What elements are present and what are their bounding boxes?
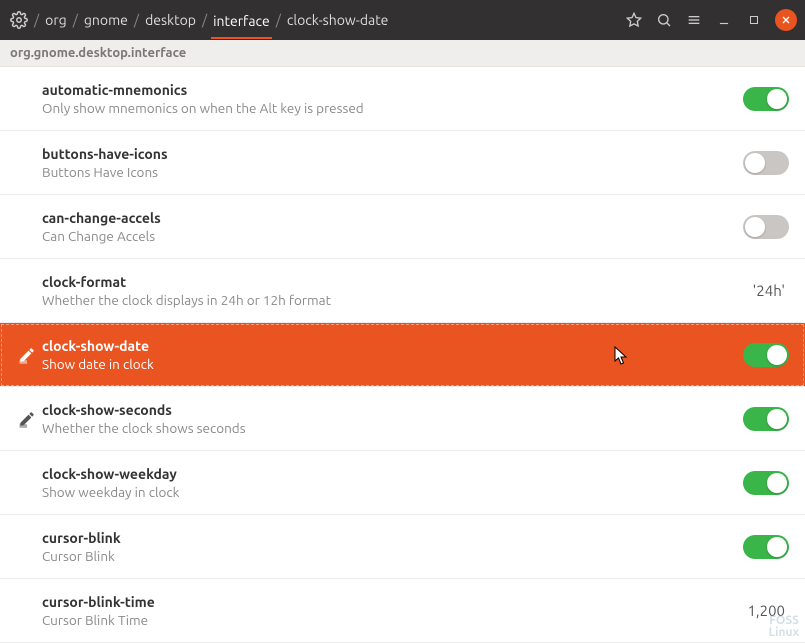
toggle-knob — [767, 537, 787, 557]
setting-text: can-change-accels Can Change Accels — [42, 210, 743, 244]
setting-key: clock-format — [42, 274, 753, 290]
setting-text: clock-show-date Show date in clock — [42, 338, 743, 372]
breadcrumb-item[interactable]: desktop — [143, 10, 198, 30]
toggle-switch[interactable] — [743, 215, 789, 239]
setting-text: cursor-blink-time Cursor Blink Time — [42, 594, 747, 628]
setting-description: Only show mnemonics on when the Alt key … — [42, 100, 743, 116]
setting-key: clock-show-seconds — [42, 402, 743, 418]
breadcrumb-separator: / — [73, 12, 78, 28]
setting-text: clock-show-seconds Whether the clock show… — [42, 402, 743, 436]
edit-icon — [16, 410, 38, 428]
breadcrumb-item[interactable]: interface — [211, 11, 272, 39]
edit-icon — [16, 346, 38, 364]
setting-row-can-change-accels[interactable]: can-change-accels Can Change Accels — [0, 195, 805, 259]
minimize-button[interactable] — [709, 5, 739, 35]
setting-description: Cursor Blink — [42, 548, 743, 564]
toggle-knob — [745, 217, 765, 237]
setting-description: Cursor Blink Time — [42, 612, 747, 628]
setting-row-clock-format[interactable]: clock-format Whether the clock displays i… — [0, 259, 805, 323]
close-button[interactable] — [775, 9, 797, 31]
app-icon — [8, 9, 30, 31]
setting-value: 1,200 — [747, 602, 789, 619]
setting-description: Can Change Accels — [42, 228, 743, 244]
setting-row-cursor-blink-time[interactable]: cursor-blink-time Cursor Blink Time1,200 — [0, 579, 805, 643]
setting-description: Show weekday in clock — [42, 484, 743, 500]
toggle-knob — [767, 345, 787, 365]
toggle-switch[interactable] — [743, 87, 789, 111]
setting-key: buttons-have-icons — [42, 146, 743, 162]
breadcrumb-separator: / — [202, 12, 207, 28]
breadcrumb-item[interactable]: org — [43, 10, 69, 30]
setting-text: buttons-have-icons Buttons Have Icons — [42, 146, 743, 180]
setting-row-cursor-blink[interactable]: cursor-blink Cursor Blink — [0, 515, 805, 579]
breadcrumb-separator: / — [276, 12, 281, 28]
setting-key: cursor-blink — [42, 530, 743, 546]
search-button[interactable] — [649, 5, 679, 35]
setting-row-clock-show-weekday[interactable]: clock-show-weekday Show weekday in clock — [0, 451, 805, 515]
setting-key: cursor-blink-time — [42, 594, 747, 610]
setting-key: automatic-mnemonics — [42, 82, 743, 98]
setting-text: clock-format Whether the clock displays i… — [42, 274, 753, 308]
breadcrumb: /org/gnome/desktop/interface/clock-show-… — [34, 10, 619, 30]
toggle-knob — [745, 153, 765, 173]
setting-text: cursor-blink Cursor Blink — [42, 530, 743, 564]
setting-value: '24h' — [753, 282, 789, 299]
breadcrumb-item[interactable]: gnome — [82, 10, 130, 30]
schema-path: org.gnome.desktop.interface — [0, 40, 805, 67]
setting-description: Whether the clock displays in 24h or 12h… — [42, 292, 753, 308]
toggle-switch[interactable] — [743, 151, 789, 175]
breadcrumb-separator: / — [34, 12, 39, 28]
setting-key: clock-show-weekday — [42, 466, 743, 482]
setting-row-clock-show-seconds[interactable]: clock-show-seconds Whether the clock show… — [0, 387, 805, 451]
setting-description: Show date in clock — [42, 356, 743, 372]
toggle-switch[interactable] — [743, 471, 789, 495]
setting-row-automatic-mnemonics[interactable]: automatic-mnemonics Only show mnemonics o… — [0, 67, 805, 131]
setting-key: can-change-accels — [42, 210, 743, 226]
setting-text: clock-show-weekday Show weekday in clock — [42, 466, 743, 500]
setting-key: clock-show-date — [42, 338, 743, 354]
setting-description: Buttons Have Icons — [42, 164, 743, 180]
toggle-switch[interactable] — [743, 407, 789, 431]
bookmark-button[interactable] — [619, 5, 649, 35]
toggle-knob — [767, 89, 787, 109]
setting-description: Whether the clock shows seconds — [42, 420, 743, 436]
settings-list: automatic-mnemonics Only show mnemonics o… — [0, 67, 805, 643]
toggle-switch[interactable] — [743, 535, 789, 559]
toggle-knob — [767, 473, 787, 493]
breadcrumb-item[interactable]: clock-show-date — [285, 10, 391, 30]
toggle-knob — [767, 409, 787, 429]
setting-row-buttons-have-icons[interactable]: buttons-have-icons Buttons Have Icons — [0, 131, 805, 195]
breadcrumb-separator: / — [134, 12, 139, 28]
setting-row-clock-show-date[interactable]: clock-show-date Show date in clock — [0, 323, 805, 387]
toggle-switch[interactable] — [743, 343, 789, 367]
menu-button[interactable] — [679, 5, 709, 35]
header-bar: /org/gnome/desktop/interface/clock-show-… — [0, 0, 805, 40]
setting-text: automatic-mnemonics Only show mnemonics o… — [42, 82, 743, 116]
maximize-button[interactable] — [739, 5, 769, 35]
